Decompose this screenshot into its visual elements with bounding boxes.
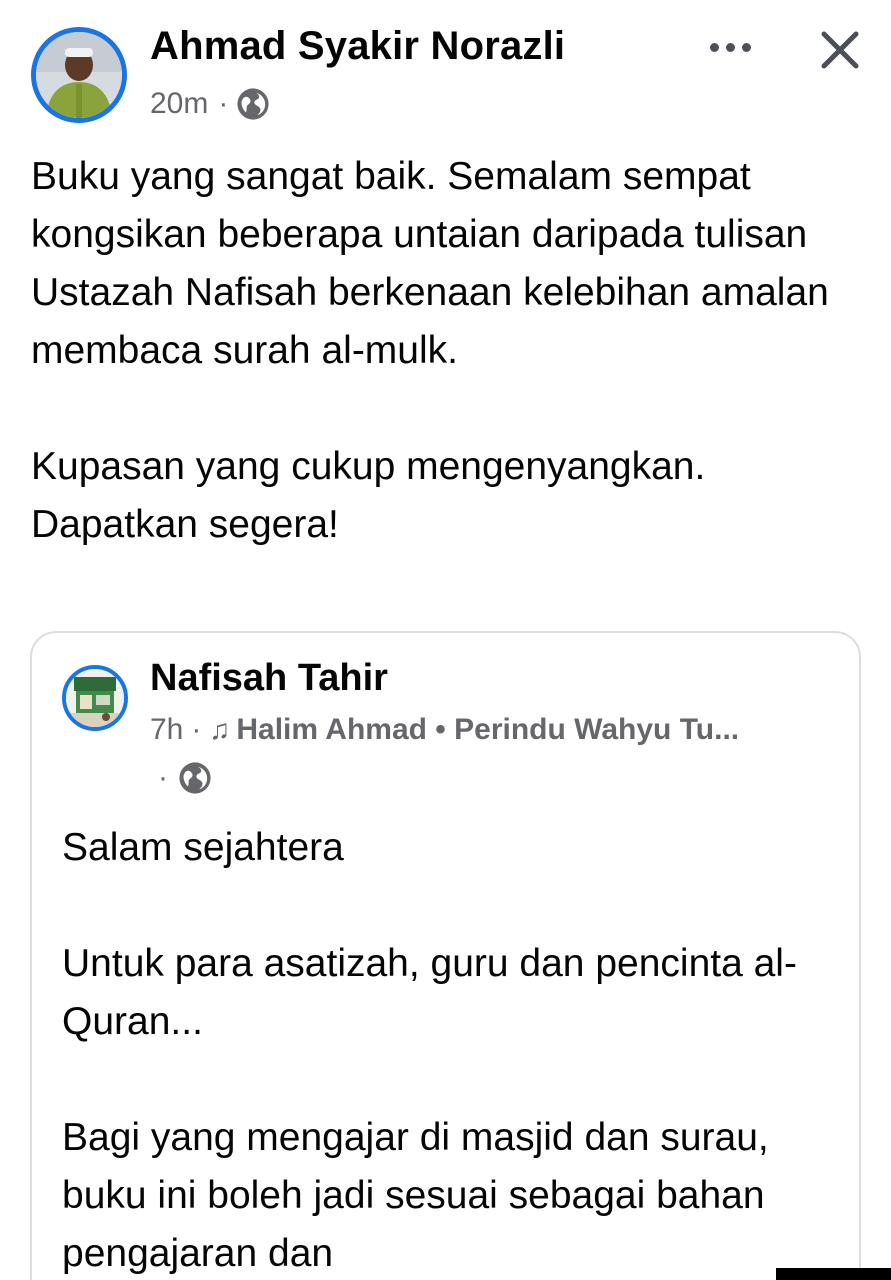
- post-paragraph: Kupasan yang cukup mengenyangkan. Dapatk…: [31, 445, 706, 546]
- shared-meta-audience: ·: [158, 761, 212, 795]
- post-header: Ahmad Syakir Norazli 20m ·: [0, 0, 891, 140]
- post-screen: Ahmad Syakir Norazli 20m · Buku yang san…: [0, 0, 891, 1280]
- screen-edge-bar: [776, 1268, 891, 1280]
- meta-separator: ·: [218, 87, 229, 120]
- avatar-photo: [36, 32, 122, 118]
- shared-paragraph: Untuk para asatizah, guru dan pencinta a…: [62, 942, 797, 1043]
- post-text: Buku yang sangat baik. Semalam sempat ko…: [31, 148, 871, 554]
- shared-meta: 7h · ♫ Halim Ahmad • Perindu Wahyu Tu...: [150, 713, 739, 747]
- globe-icon[interactable]: [178, 761, 212, 795]
- shared-author-name[interactable]: Nafisah Tahir: [150, 657, 388, 700]
- globe-icon[interactable]: [236, 87, 270, 121]
- shared-post-card[interactable]: Nafisah Tahir 7h · ♫ Halim Ahmad • Perin…: [30, 631, 861, 1280]
- shared-post-text: Salam sejahtera Untuk para asatizah, gur…: [62, 819, 842, 1280]
- author-name[interactable]: Ahmad Syakir Norazli: [150, 24, 565, 69]
- shared-paragraph: Salam sejahtera: [62, 826, 344, 869]
- meta-separator: ·: [158, 761, 168, 794]
- song-link[interactable]: Halim Ahmad • Perindu Wahyu Tu...: [236, 713, 739, 747]
- close-icon[interactable]: [812, 22, 868, 78]
- music-note-icon: ♫: [209, 714, 231, 745]
- post-meta: 20m ·: [150, 84, 270, 124]
- shared-paragraph: Bagi yang mengajar di masjid dan surau, …: [62, 1116, 769, 1275]
- more-options-icon[interactable]: [700, 30, 760, 64]
- post-paragraph: Buku yang sangat baik. Semalam sempat ko…: [31, 155, 829, 372]
- shared-author-avatar[interactable]: [62, 665, 128, 731]
- shared-timestamp[interactable]: 7h: [150, 713, 183, 747]
- post-timestamp[interactable]: 20m: [150, 87, 208, 121]
- shared-avatar-photo: [66, 669, 124, 727]
- author-avatar[interactable]: [31, 27, 127, 123]
- meta-separator: ·: [191, 713, 202, 746]
